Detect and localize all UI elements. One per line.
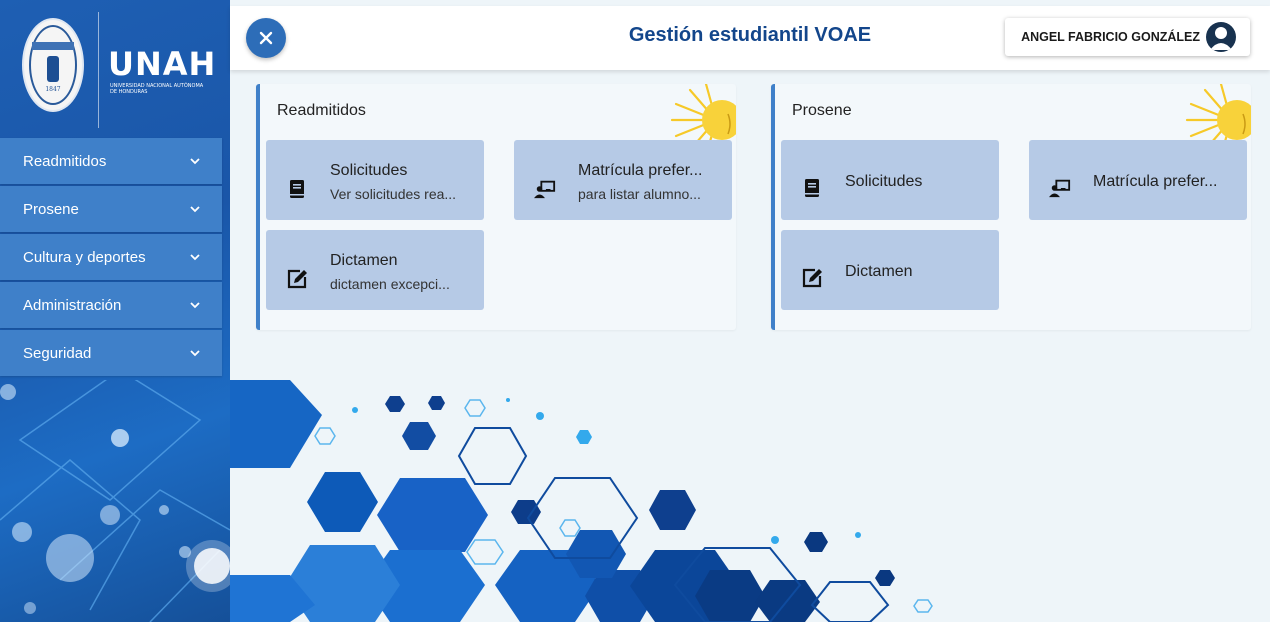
panel-readmitidos: Readmitidos Solicitudes Ver solicitudes … [256,84,736,330]
logo-divider [98,12,99,128]
user-avatar-icon [1206,22,1236,52]
hexagon-background [230,380,933,622]
sidebar: 1847 UNAH UNIVERSIDAD NACIONAL AUTÓNOMA … [0,0,230,622]
chevron-down-icon [190,158,200,165]
card-subtitle: para listar alumno... [578,186,701,202]
panel-title: Prosene [792,102,852,119]
card-matricula-preferencial[interactable]: Matrícula prefer... para listar alumno..… [514,140,732,220]
panel-prosene: Prosene Solicitudes Matrícula prefer... [771,84,1251,330]
book-icon [805,179,819,197]
logo: 1847 UNAH UNIVERSIDAD NACIONAL AUTÓNOMA … [0,0,230,138]
sidebar-menu: Readmitidos Prosene Cultura y deportes A… [0,138,222,378]
chevron-down-icon [190,254,200,261]
unah-seal: 1847 [22,18,84,112]
card-solicitudes[interactable]: Solicitudes [781,140,999,220]
card-title: Dictamen [845,263,913,280]
sidebar-item-seguridad[interactable]: Seguridad [0,330,222,376]
top-bar: Gestión estudiantil VOAE ANGEL FABRICIO … [230,6,1270,70]
teacher-icon [534,180,556,199]
user-menu-button[interactable]: ANGEL FABRICIO GONZÁLEZ [1005,18,1250,56]
card-solicitudes[interactable]: Solicitudes Ver solicitudes rea... [266,140,484,220]
card-title: Matrícula prefer... [578,162,703,179]
card-title: Solicitudes [330,162,408,179]
sidebar-item-label: Cultura y deportes [23,248,146,266]
edit-icon [287,269,307,289]
chevron-down-icon [190,350,200,357]
chevron-down-icon [190,206,200,213]
card-dictamen[interactable]: Dictamen [781,230,999,310]
card-dictamen[interactable]: Dictamen dictamen excepci... [266,230,484,310]
sidebar-decoration [0,380,230,622]
sidebar-item-prosene[interactable]: Prosene [0,186,222,232]
sidebar-item-cultura-deportes[interactable]: Cultura y deportes [0,234,222,280]
sidebar-item-label: Administración [23,296,122,314]
sidebar-item-readmitidos[interactable]: Readmitidos [0,138,222,184]
user-name: ANGEL FABRICIO GONZÁLEZ [1021,30,1200,44]
card-subtitle: dictamen excepci... [330,276,450,292]
brand-subtitle: UNIVERSIDAD NACIONAL AUTÓNOMA DE HONDURA… [110,83,204,95]
card-title: Matrícula prefer... [1093,173,1218,190]
brand-name: UNAH [108,45,217,83]
sidebar-item-label: Seguridad [23,344,92,362]
sidebar-item-label: Readmitidos [23,152,107,170]
card-title: Dictamen [330,252,398,269]
card-subtitle: Ver solicitudes rea... [330,186,457,202]
sidebar-item-administracion[interactable]: Administración [0,282,222,328]
teacher-icon [1049,179,1071,198]
card-matricula-preferencial[interactable]: Matrícula prefer... [1029,140,1247,220]
chevron-down-icon [190,302,200,309]
card-title: Solicitudes [845,173,923,190]
book-icon [290,180,304,198]
sidebar-item-label: Prosene [23,200,79,218]
edit-icon [802,268,822,288]
seal-year: 1847 [45,86,61,93]
panel-title: Readmitidos [277,102,366,119]
